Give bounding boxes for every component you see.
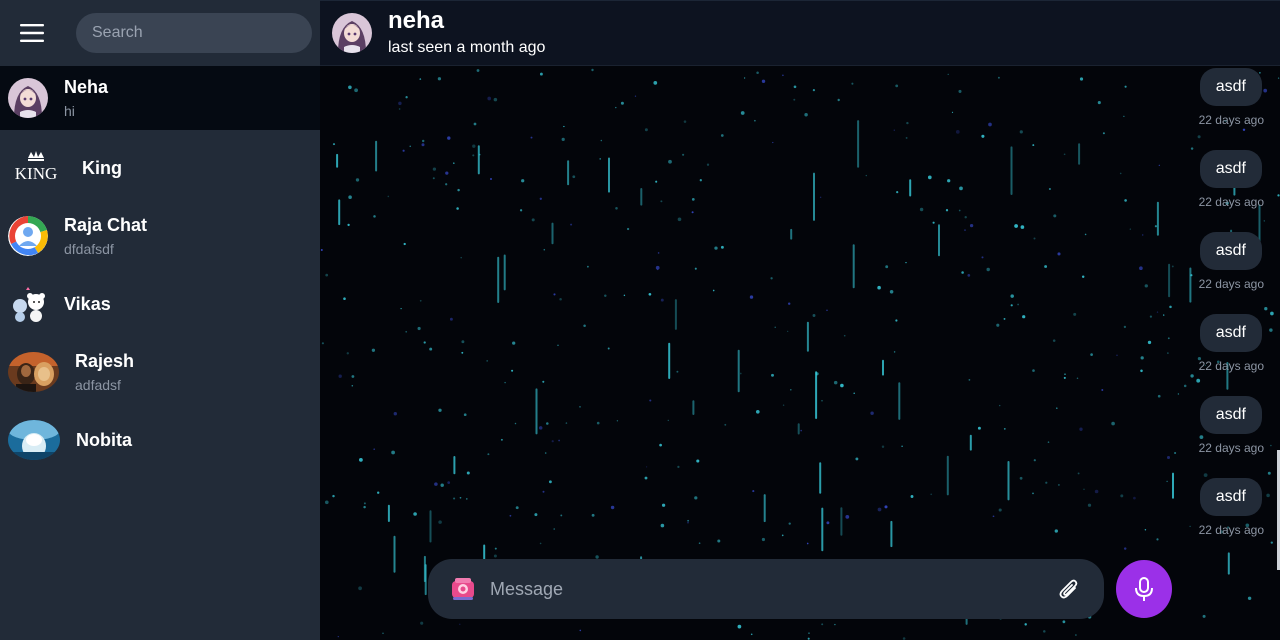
- chat-name: Vikas: [64, 294, 111, 314]
- search-input[interactable]: [76, 13, 312, 53]
- message-list: asdf 22 days ago asdf 22 days ago asdf 2…: [1062, 68, 1264, 560]
- message-composer: [428, 559, 1104, 619]
- microphone-icon[interactable]: [1116, 560, 1172, 618]
- message-time: 22 days ago: [1198, 195, 1264, 209]
- chat-item-vikas[interactable]: Vikas: [0, 270, 320, 338]
- chat-panel: neha last seen a month ago asdf 22 days …: [320, 0, 1280, 640]
- message: asdf 22 days ago: [1062, 396, 1264, 478]
- chat-header[interactable]: neha last seen a month ago: [320, 0, 1280, 66]
- chat-item-raja-chat[interactable]: Raja Chat dfdafsdf: [0, 202, 320, 270]
- message-bubble[interactable]: asdf: [1199, 232, 1262, 270]
- message-time: 22 days ago: [1198, 523, 1264, 537]
- chat-name: Nobita: [76, 430, 132, 450]
- message-bubble[interactable]: asdf: [1199, 150, 1262, 188]
- avatar-nobita: [8, 420, 60, 460]
- chat-list: Neha hi KING King Raja Chat dfdafsdf Vik…: [0, 66, 320, 474]
- paperclip-icon[interactable]: [1054, 574, 1084, 604]
- message-bubble[interactable]: asdf: [1199, 478, 1262, 516]
- message: asdf 22 days ago: [1062, 150, 1264, 232]
- chat-item-neha[interactable]: Neha hi: [0, 66, 320, 130]
- chat-preview: hi: [64, 103, 75, 119]
- message: asdf 22 days ago: [1062, 314, 1264, 396]
- avatar-vikas: [8, 284, 48, 324]
- message: asdf 22 days ago: [1062, 478, 1264, 560]
- message-time: 22 days ago: [1198, 113, 1264, 127]
- avatar-king: KING: [8, 148, 64, 188]
- header-contact-name: neha: [388, 7, 445, 34]
- header-avatar[interactable]: [332, 13, 372, 53]
- chat-name: King: [82, 158, 122, 178]
- message-input[interactable]: [490, 569, 1054, 609]
- sidebar: Neha hi KING King: [0, 0, 320, 640]
- chat-preview: dfdafsdf: [64, 241, 114, 257]
- message: asdf 22 days ago: [1062, 232, 1264, 314]
- message-bubble[interactable]: asdf: [1199, 396, 1262, 434]
- message-time: 22 days ago: [1198, 277, 1264, 291]
- hamburger-menu-icon[interactable]: [0, 0, 64, 66]
- sticker-emoji-icon[interactable]: [448, 574, 478, 604]
- chat-item-king[interactable]: KING King: [0, 134, 320, 202]
- message-bubble[interactable]: asdf: [1199, 314, 1262, 352]
- telegram-app: Neha hi KING King: [0, 0, 1280, 640]
- message-time: 22 days ago: [1198, 441, 1264, 455]
- chat-item-nobita[interactable]: Nobita: [0, 406, 320, 474]
- chat-name: Neha: [64, 77, 109, 97]
- message-time: 22 days ago: [1198, 359, 1264, 373]
- header-last-seen: last seen a month ago: [388, 39, 546, 56]
- avatar-raja-chat: [8, 216, 48, 256]
- svg-text:KING: KING: [15, 164, 58, 183]
- chat-name: Raja Chat: [64, 215, 148, 235]
- sidebar-header: [0, 0, 320, 66]
- chat-preview: adfadsf: [75, 377, 121, 393]
- message-bubble[interactable]: asdf: [1199, 68, 1262, 106]
- chat-name: Rajesh: [75, 351, 135, 371]
- avatar-rajesh: [8, 352, 59, 392]
- message: asdf 22 days ago: [1062, 68, 1264, 150]
- chat-item-rajesh[interactable]: Rajesh adfadsf: [0, 338, 320, 406]
- avatar-neha: [8, 78, 48, 118]
